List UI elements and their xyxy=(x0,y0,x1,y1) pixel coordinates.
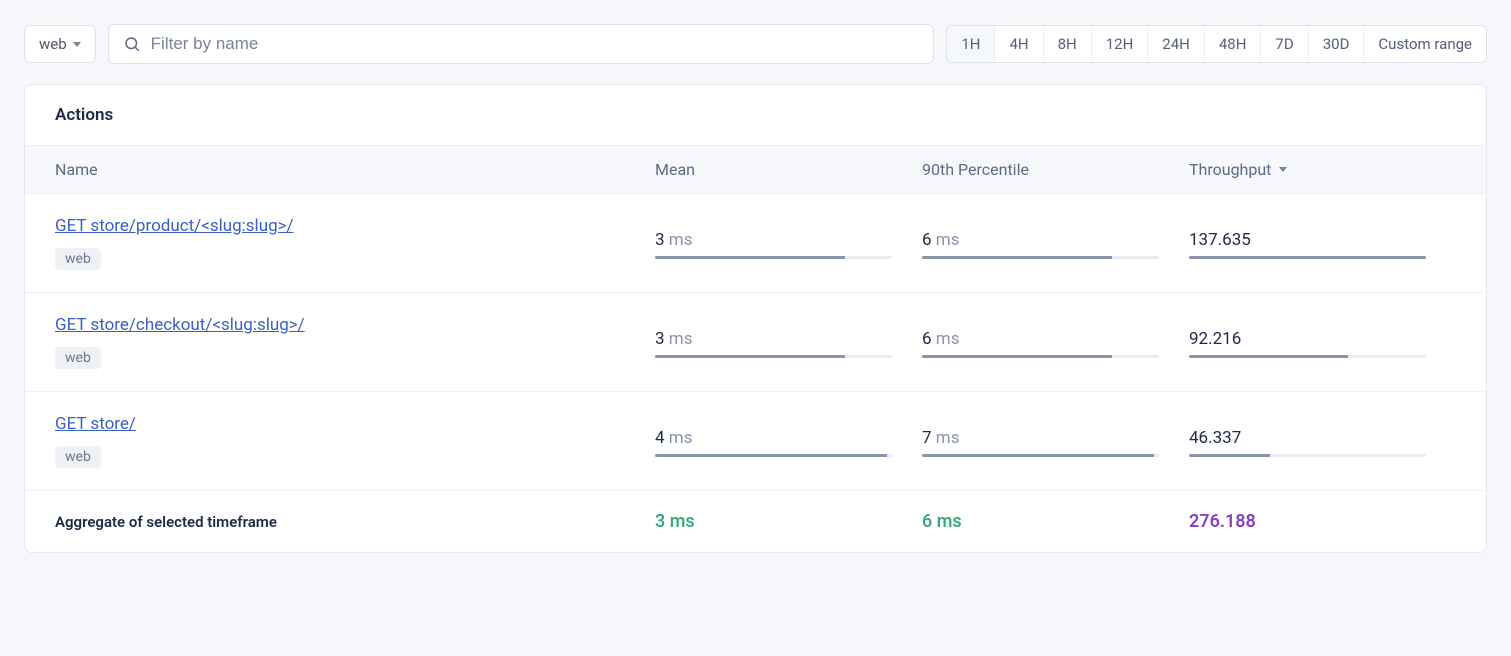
toolbar: web 1H4H8H12H24H48H7D30DCustom range xyxy=(24,24,1487,64)
mean-cell: 3 ms xyxy=(655,216,922,259)
scope-select[interactable]: web xyxy=(24,25,96,63)
throughput-cell: 137.635 xyxy=(1189,216,1456,259)
aggregate-mean: 3 ms xyxy=(655,511,922,532)
action-link[interactable]: GET store/checkout/<slug:slug>/ xyxy=(55,315,305,335)
col-header-throughput-label: Throughput xyxy=(1189,160,1271,179)
range-4h[interactable]: 4H xyxy=(995,26,1043,62)
range-30d[interactable]: 30D xyxy=(1309,26,1365,62)
col-header-mean[interactable]: Mean xyxy=(655,160,922,179)
p90-cell: 7 ms xyxy=(922,414,1189,457)
range-1h[interactable]: 1H xyxy=(947,26,995,62)
col-header-p90[interactable]: 90th Percentile xyxy=(922,160,1189,179)
time-range-group: 1H4H8H12H24H48H7D30DCustom range xyxy=(946,25,1487,63)
throughput-cell: 92.216 xyxy=(1189,315,1456,358)
range-8h[interactable]: 8H xyxy=(1044,26,1092,62)
col-header-name[interactable]: Name xyxy=(55,160,655,179)
aggregate-row: Aggregate of selected timeframe 3 ms 6 m… xyxy=(25,491,1486,552)
mean-cell: 4 ms xyxy=(655,414,922,457)
range-48h[interactable]: 48H xyxy=(1205,26,1262,62)
table-row: GET store/ web 4 ms 7 ms 46.337 xyxy=(25,392,1486,491)
action-link[interactable]: GET store/ xyxy=(55,414,136,434)
search-field-wrap[interactable] xyxy=(108,24,935,64)
chevron-down-icon xyxy=(1279,167,1287,172)
aggregate-throughput: 276.188 xyxy=(1189,511,1456,532)
scope-tag: web xyxy=(55,347,101,369)
p90-cell: 6 ms xyxy=(922,315,1189,358)
range-24h[interactable]: 24H xyxy=(1148,26,1205,62)
table-row: GET store/checkout/<slug:slug>/ web 3 ms… xyxy=(25,293,1486,392)
col-header-throughput[interactable]: Throughput xyxy=(1189,160,1456,179)
aggregate-label: Aggregate of selected timeframe xyxy=(55,513,655,531)
range-12h[interactable]: 12H xyxy=(1092,26,1149,62)
panel-title: Actions xyxy=(25,85,1486,145)
throughput-cell: 46.337 xyxy=(1189,414,1456,457)
table-row: GET store/product/<slug:slug>/ web 3 ms … xyxy=(25,194,1486,293)
mean-cell: 3 ms xyxy=(655,315,922,358)
search-input[interactable] xyxy=(151,34,920,54)
action-link[interactable]: GET store/product/<slug:slug>/ xyxy=(55,216,294,236)
p90-cell: 6 ms xyxy=(922,216,1189,259)
range-custom-range[interactable]: Custom range xyxy=(1364,26,1486,62)
search-icon xyxy=(123,35,141,53)
chevron-down-icon xyxy=(73,42,81,47)
scope-tag: web xyxy=(55,248,101,270)
range-7d[interactable]: 7D xyxy=(1261,26,1308,62)
scope-tag: web xyxy=(55,446,101,468)
table-header: Name Mean 90th Percentile Throughput xyxy=(25,145,1486,194)
actions-panel: Actions Name Mean 90th Percentile Throug… xyxy=(24,84,1487,553)
scope-value: web xyxy=(39,35,67,53)
aggregate-p90: 6 ms xyxy=(922,511,1189,532)
